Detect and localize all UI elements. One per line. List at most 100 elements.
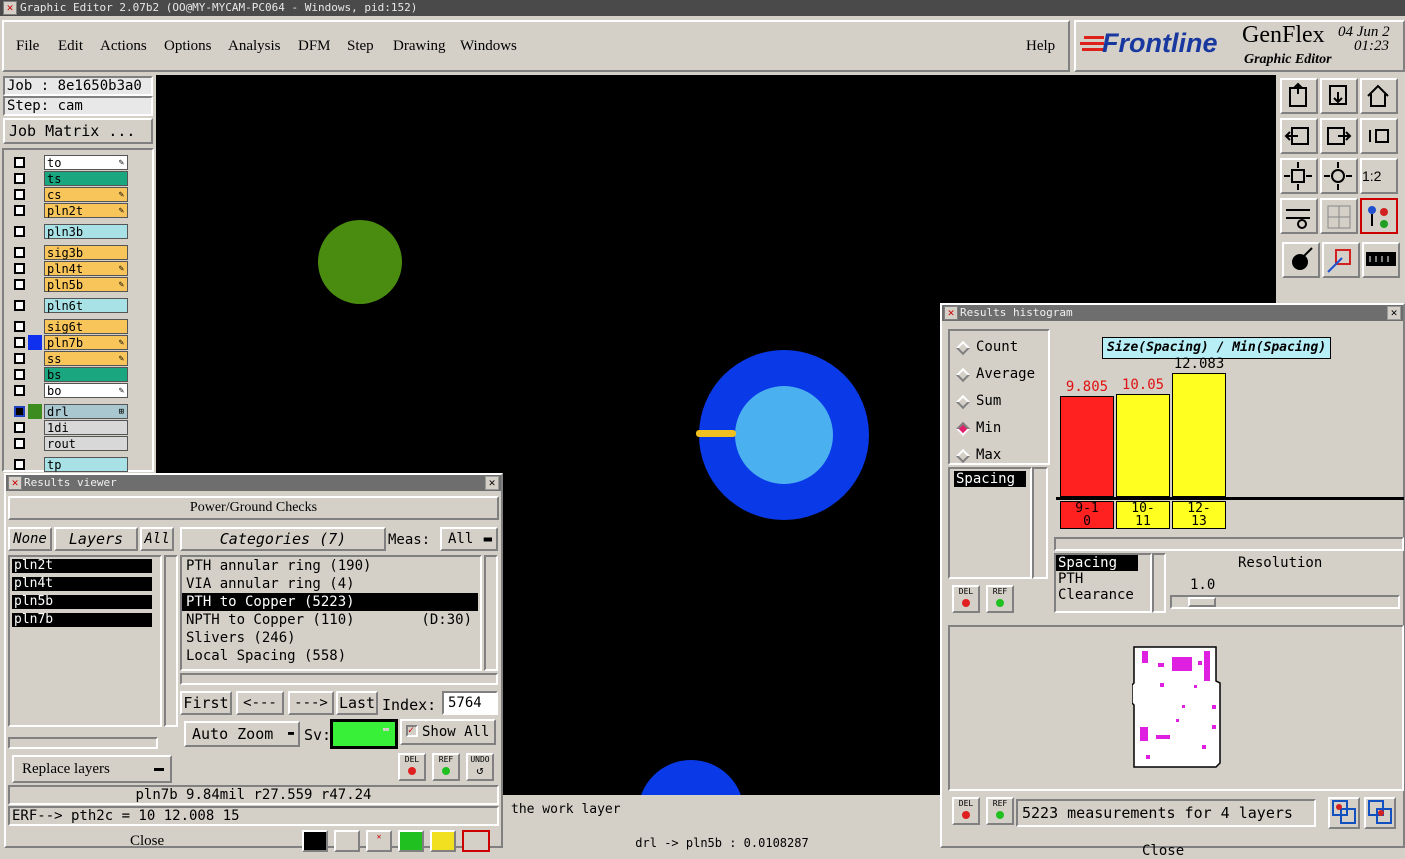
menu-options[interactable]: Options — [164, 38, 212, 55]
mode-radio-max[interactable]: Max — [955, 447, 1048, 465]
layer-checkbox[interactable] — [14, 189, 25, 200]
layer-color-swatch[interactable] — [28, 277, 42, 292]
histogram-menu-icon[interactable]: ✕ — [944, 306, 958, 320]
menu-windows[interactable]: Windows — [460, 38, 517, 55]
result-layer-item[interactable]: pln5b — [12, 595, 152, 609]
field-item[interactable]: PTH — [1056, 571, 1150, 587]
categories-button[interactable]: Categories (7) — [180, 527, 386, 551]
layer-checkbox[interactable] — [14, 226, 25, 237]
layer-name[interactable]: sig6t — [44, 319, 128, 334]
status-icon-6[interactable] — [462, 830, 490, 852]
layer-checkbox[interactable] — [14, 422, 25, 433]
layer-row-pln2t[interactable]: pln2t ✎ — [12, 203, 128, 218]
next-button[interactable]: ---> — [288, 691, 334, 715]
job-matrix-button[interactable]: Job Matrix ... — [3, 118, 153, 144]
layer-name[interactable]: 1di — [44, 420, 128, 435]
prev-button[interactable]: <--- — [236, 691, 284, 715]
tool-rotate-icon[interactable] — [1360, 118, 1398, 154]
layer-name[interactable]: tp — [44, 457, 128, 472]
category-item[interactable]: Slivers (246) — [182, 629, 478, 647]
all-button[interactable]: All — [140, 527, 174, 551]
last-button[interactable]: Last — [336, 691, 378, 715]
tool-pan-down-icon[interactable] — [1320, 78, 1358, 114]
category-item[interactable]: PTH annular ring (190) — [182, 557, 478, 575]
viewer-del-button[interactable]: DEL — [398, 753, 426, 781]
layer-row-bo[interactable]: bo ✎ — [12, 383, 128, 398]
tool-zoom-center-icon[interactable] — [1320, 158, 1358, 194]
layer-name[interactable]: pln2t ✎ — [44, 203, 128, 218]
field-item[interactable]: Spacing — [1056, 555, 1138, 571]
viewer-close-icon[interactable]: ✕ — [485, 476, 499, 490]
layer-row-1di[interactable]: 1di — [12, 420, 128, 435]
layer-row-sig6t[interactable]: sig6t — [12, 319, 128, 334]
status-icon-1[interactable] — [302, 830, 328, 852]
layer-checkbox[interactable] — [14, 279, 25, 290]
layer-color-swatch[interactable] — [28, 203, 42, 218]
layer-name[interactable]: rout — [44, 436, 128, 451]
layer-name[interactable]: ts — [44, 171, 128, 186]
layer-row-drl[interactable]: drl ⊞ — [12, 404, 128, 419]
tool-point-icon[interactable] — [1282, 242, 1320, 278]
attribute-item[interactable]: Spacing — [954, 471, 1026, 487]
histogram-close-icon[interactable]: ✕ — [1387, 306, 1401, 320]
category-item[interactable]: PTH to Copper (5223) — [182, 593, 478, 611]
tool-scale-1-2-icon[interactable]: 1:2 — [1360, 158, 1398, 194]
result-layer-item[interactable]: pln7b — [12, 613, 152, 627]
layer-color-swatch[interactable] — [28, 155, 42, 170]
layer-color-swatch[interactable] — [28, 420, 42, 435]
layer-checkbox[interactable] — [14, 263, 25, 274]
layer-row-cs[interactable]: cs ✎ — [12, 187, 128, 202]
tool-layer-display-icon[interactable] — [1360, 198, 1398, 234]
layer-color-swatch[interactable] — [28, 335, 42, 350]
tool-pan-up-icon[interactable] — [1280, 78, 1318, 114]
tool-grid-icon[interactable] — [1320, 198, 1358, 234]
viewer-close-button[interactable]: Close — [130, 833, 164, 850]
layer-checkbox[interactable] — [14, 321, 25, 332]
layer-color-swatch[interactable] — [28, 319, 42, 334]
menu-step[interactable]: Step — [347, 38, 374, 55]
severity-dropdown[interactable]: ▬ — [330, 719, 398, 749]
index-input[interactable]: 5764 — [442, 691, 498, 715]
histogram-ref-button[interactable]: REF — [986, 585, 1014, 613]
mode-radio-sum[interactable]: Sum — [955, 393, 1048, 411]
zoom-to-results-icon[interactable] — [1328, 797, 1360, 829]
mode-radio-count[interactable]: Count — [955, 339, 1048, 357]
layer-row-to[interactable]: to ✎ — [12, 155, 128, 170]
layer-checkbox[interactable] — [14, 247, 25, 258]
layer-checkbox[interactable] — [14, 157, 25, 168]
preview-del-button[interactable]: DEL — [952, 797, 980, 825]
status-icon-5[interactable] — [430, 830, 456, 852]
first-button[interactable]: First — [180, 691, 232, 715]
histogram-hscrollbar[interactable] — [1054, 537, 1404, 551]
mode-radio-average[interactable]: Average — [955, 366, 1048, 384]
auto-zoom-dropdown[interactable]: Auto Zoom ▬ — [184, 721, 300, 747]
layer-name[interactable]: to ✎ — [44, 155, 128, 170]
layer-name[interactable]: pln3b — [44, 224, 128, 239]
resolution-slider-thumb[interactable] — [1188, 597, 1216, 607]
field-item[interactable]: Clearance — [1056, 587, 1150, 603]
layer-row-sig3b[interactable]: sig3b — [12, 245, 128, 260]
layer-color-swatch[interactable] — [28, 261, 42, 276]
layers-button[interactable]: Layers — [54, 527, 138, 551]
menu-actions[interactable]: Actions — [100, 38, 147, 55]
layer-name[interactable]: bs — [44, 367, 128, 382]
layer-row-bs[interactable]: bs — [12, 367, 128, 382]
layer-name[interactable]: pln5b ✎ — [44, 277, 128, 292]
replace-layers-dropdown[interactable]: Replace layers ▬ — [12, 755, 172, 783]
layer-name[interactable]: sig3b — [44, 245, 128, 260]
viewer-menu-icon[interactable]: ✕ — [8, 476, 22, 490]
none-button[interactable]: None — [8, 527, 52, 551]
layer-checkbox[interactable] — [14, 385, 25, 396]
category-hscrollbar[interactable] — [180, 673, 498, 685]
mode-radio-min[interactable]: Min — [955, 420, 1048, 438]
viewer-ref-button[interactable]: REF — [432, 753, 460, 781]
board-preview[interactable] — [948, 625, 1404, 791]
show-all-toggle[interactable]: ✓ Show All — [400, 719, 496, 745]
histogram-bar[interactable] — [1060, 396, 1114, 497]
layer-checkbox[interactable] — [14, 300, 25, 311]
layer-row-pln3b[interactable]: pln3b — [12, 224, 128, 239]
category-scrollbar[interactable] — [484, 555, 498, 671]
preview-ref-button[interactable]: REF — [986, 797, 1014, 825]
category-item[interactable]: Local Spacing (558) — [182, 647, 478, 665]
tool-settings-icon[interactable] — [1280, 198, 1318, 234]
